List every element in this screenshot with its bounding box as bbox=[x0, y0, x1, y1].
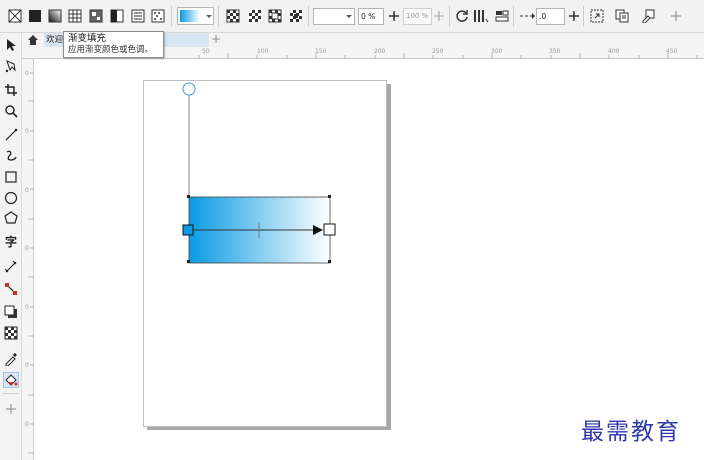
fountain-fill-picker[interactable] bbox=[177, 7, 214, 25]
ruler-label: 0 bbox=[25, 362, 29, 369]
ruler-label: 300 bbox=[491, 48, 503, 55]
transparency-tool-icon[interactable] bbox=[3, 325, 19, 341]
plus-icon bbox=[431, 8, 447, 24]
vector-pattern-icon[interactable] bbox=[67, 8, 83, 24]
tooltip-title: 渐变填充 bbox=[68, 33, 107, 44]
ruler-label: 0 bbox=[25, 245, 29, 252]
two-color-pattern-icon[interactable] bbox=[109, 8, 125, 24]
ruler-label: 0 bbox=[25, 187, 29, 194]
copy-fill-icon[interactable] bbox=[614, 8, 630, 24]
chevron-down-icon bbox=[346, 15, 352, 18]
chevron-down-icon bbox=[206, 15, 212, 18]
artistic-media-icon[interactable] bbox=[3, 148, 19, 164]
ruler-ticks bbox=[28, 72, 34, 454]
ruler-label: 0 bbox=[25, 70, 29, 77]
add-icon[interactable] bbox=[668, 8, 684, 24]
ruler-label: 250 bbox=[432, 48, 444, 55]
connector-tool-icon[interactable] bbox=[3, 281, 19, 297]
text-tool-label: 字 bbox=[4, 235, 17, 249]
text-tool-icon[interactable]: 字 bbox=[3, 234, 19, 250]
zoom-tool-icon[interactable] bbox=[3, 103, 19, 119]
ellipse-tool-icon[interactable] bbox=[3, 190, 19, 206]
no-fill-icon[interactable] bbox=[7, 8, 23, 24]
ruler-label: 0 bbox=[25, 421, 29, 428]
ruler-label: 0 bbox=[25, 304, 29, 311]
tooltip: 渐变填充 应用渐变颜色或色调。 bbox=[63, 31, 164, 58]
uniform-fill-icon[interactable] bbox=[27, 8, 43, 24]
conical-fountain-icon[interactable] bbox=[267, 8, 283, 24]
eyedropper-tool-icon[interactable] bbox=[3, 351, 19, 367]
linear-fountain-icon[interactable] bbox=[225, 8, 241, 24]
gradient-swatch-icon bbox=[180, 10, 200, 22]
vertical-ruler[interactable]: 0 0 0 0 0 0 0 bbox=[22, 59, 34, 460]
elliptical-fountain-icon[interactable] bbox=[247, 8, 263, 24]
smooth-blend-icon[interactable] bbox=[494, 8, 510, 24]
parallel-dimension-icon[interactable] bbox=[3, 259, 19, 275]
tooltip-description: 应用渐变颜色或色调。 bbox=[68, 45, 154, 55]
ruler-label: 150 bbox=[315, 48, 327, 55]
ruler-label: 450 bbox=[666, 48, 678, 55]
property-bar: 0 % 100 % .0 bbox=[0, 0, 704, 33]
accel-field[interactable]: 100 % bbox=[403, 8, 432, 25]
ruler-label: 50 bbox=[202, 48, 210, 55]
texture-fill-icon[interactable] bbox=[130, 8, 146, 24]
interactive-fill-icon[interactable] bbox=[3, 372, 19, 388]
plus-icon[interactable] bbox=[386, 8, 402, 24]
crop-tool-icon[interactable] bbox=[3, 82, 19, 98]
rectangular-fountain-icon[interactable] bbox=[288, 8, 304, 24]
reverse-gradient-icon[interactable] bbox=[454, 8, 470, 24]
node-transparency-field[interactable]: 0 % bbox=[358, 8, 384, 25]
page-shadow bbox=[147, 427, 391, 430]
free-scale-icon[interactable] bbox=[589, 8, 605, 24]
node-color-dropdown[interactable] bbox=[313, 8, 355, 25]
ruler-label: 200 bbox=[374, 48, 386, 55]
rectangle-tool-icon[interactable] bbox=[3, 169, 19, 185]
add-tool-icon[interactable] bbox=[3, 401, 19, 417]
fountain-fill-icon[interactable] bbox=[47, 8, 63, 24]
add-tab-button[interactable]: + bbox=[210, 33, 222, 47]
freehand-tool-icon[interactable] bbox=[3, 127, 19, 143]
document-page[interactable] bbox=[143, 80, 387, 427]
drop-shadow-icon[interactable] bbox=[3, 304, 19, 320]
ruler-label: 100 bbox=[257, 48, 269, 55]
polygon-tool-icon[interactable] bbox=[3, 210, 19, 226]
bitmap-pattern-icon[interactable] bbox=[88, 8, 104, 24]
pick-tool-icon[interactable] bbox=[3, 37, 19, 53]
repeat-mirror-icon[interactable] bbox=[473, 8, 489, 24]
watermark: 最需教育 bbox=[581, 419, 681, 445]
ruler-label: 350 bbox=[549, 48, 561, 55]
toolbox: 字 bbox=[0, 33, 22, 460]
edit-fill-icon[interactable] bbox=[640, 8, 656, 24]
page-shadow bbox=[387, 84, 391, 429]
home-icon[interactable] bbox=[27, 34, 39, 46]
shape-tool-icon[interactable] bbox=[3, 58, 19, 74]
postscript-fill-icon[interactable] bbox=[150, 8, 166, 24]
plus-icon[interactable] bbox=[566, 8, 582, 24]
ruler-label: 400 bbox=[608, 48, 620, 55]
ruler-label: 0 bbox=[25, 128, 29, 135]
arrow-right-icon bbox=[519, 8, 535, 24]
angle-field[interactable]: .0 bbox=[536, 8, 565, 25]
